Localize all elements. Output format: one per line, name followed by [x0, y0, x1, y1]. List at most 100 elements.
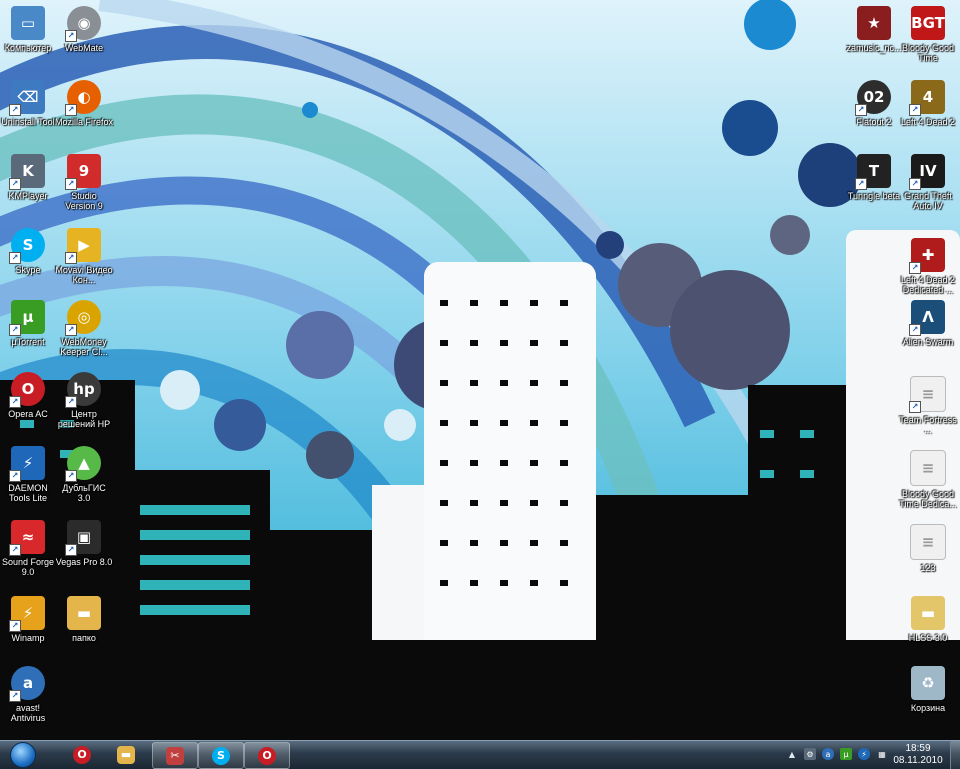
- desktop-icon-team-fortress[interactable]: ≡ ↗ Team Fortress ...: [899, 374, 957, 444]
- tray-utorrent-icon[interactable]: µ: [840, 748, 852, 760]
- document-icon: ≡ ↗: [909, 376, 946, 413]
- desktop-icon-skype[interactable]: S ↗ Skype: [0, 226, 56, 296]
- tray-avast-icon[interactable]: a: [822, 748, 834, 760]
- tray-expand-arrow-icon[interactable]: ▲: [786, 748, 798, 760]
- alien-swarm-icon: Λ ↗: [909, 300, 945, 336]
- desktop-icon-label: Alien Swarm: [902, 337, 954, 347]
- desktop-icon-hlss[interactable]: ▬ HLSS 3.0: [900, 594, 956, 664]
- flatout-icon: 02 ↗: [855, 80, 891, 116]
- desktop-icon-label: Корзина: [910, 703, 946, 713]
- folder-icon: ▬: [67, 596, 101, 630]
- taskbar-button-opera-2[interactable]: O: [244, 742, 290, 769]
- desktop-icon-bloody-good-time[interactable]: BGT Bloody Good Time: [900, 4, 956, 74]
- desktop-icon-left4dead2[interactable]: 4 ↗ Left 4 Dead 2: [900, 78, 956, 148]
- tray-network-icon[interactable]: ▦: [876, 748, 888, 760]
- desktop-icon-label: WebMate: [64, 43, 104, 53]
- desktop-icon-label: Studio Version 9: [65, 191, 103, 211]
- desktop-icon-label: Movavi Видео Кон...: [55, 265, 113, 285]
- windows-logo-icon: [10, 742, 36, 768]
- tray-daemon-icon[interactable]: ⚡: [858, 748, 870, 760]
- desktop-icon-label: avast! Antivirus: [10, 703, 46, 723]
- desktop-icon-recycle-bin[interactable]: ♻ Корзина: [900, 664, 956, 734]
- document-icon: ≡: [910, 450, 946, 486]
- desktop-icon-zamusic[interactable]: ★ zamusic_nc...: [846, 4, 902, 74]
- tray-network-tool-icon[interactable]: ⚙: [804, 748, 816, 760]
- l4d2-dedicated-icon: ✚ ↗: [909, 238, 945, 274]
- taskbar-button-skype[interactable]: S: [198, 742, 244, 769]
- desktop-icon-label: Bloody Good Time: [901, 43, 955, 63]
- start-button[interactable]: [4, 741, 42, 769]
- explorer-folder-icon: ▬: [117, 745, 135, 764]
- desktop: ▭ Компьютер ⌫ ↗ Uninstall Tool K ↗ KMPlaye…: [0, 0, 960, 740]
- desktop-icon-winamp[interactable]: ⚡ ↗ Winamp: [0, 594, 56, 664]
- desktop-icon-label: Компьютер: [4, 43, 52, 53]
- desktop-icon-label: WebMoney Keeper Cl...: [60, 337, 108, 357]
- desktop-icon-label: Uninstall Tool: [1, 117, 55, 127]
- clock-time: 18:59: [905, 743, 931, 754]
- desktop-icon-computer[interactable]: ▭ Компьютер: [0, 4, 56, 74]
- computer-icon: ▭: [11, 6, 45, 40]
- l4d2-icon: 4 ↗: [909, 80, 945, 116]
- desktop-icon-label: Team Fortress ...: [899, 415, 957, 435]
- desktop-icon-label: Центр решений HP: [57, 409, 111, 429]
- desktop-icon-uninstall-tool[interactable]: ⌫ ↗ Uninstall Tool: [0, 78, 56, 148]
- uninstall-icon: ⌫ ↗: [9, 80, 45, 116]
- opera-icon: O ↗: [9, 372, 45, 408]
- document-icon: ≡: [910, 524, 946, 560]
- desktop-icon-label: Winamp: [11, 633, 45, 643]
- opera-icon: O: [73, 745, 91, 764]
- daemon-tools-icon: ⚡ ↗: [9, 446, 45, 482]
- desktop-icon-sound-forge[interactable]: ≈ ↗ Sound Forge 9.0: [0, 518, 56, 588]
- wallpaper-city-skyline: [0, 0, 960, 740]
- hp-icon: hp ↗: [65, 372, 101, 408]
- bgt-icon: BGT: [911, 6, 945, 40]
- desktop-icon-gta4[interactable]: IV ↗ Grand Theft Auto IV: [900, 152, 956, 222]
- skype-icon: S ↗: [9, 228, 45, 264]
- desktop-icon-utorrent[interactable]: µ ↗ µTorrent: [0, 298, 56, 368]
- utorrent-icon: µ ↗: [9, 300, 45, 336]
- desktop-icon-l4d2-dedicated[interactable]: ✚ ↗ Left 4 Dead 2 Dedicated ...: [900, 236, 956, 306]
- taskbar-button-tool[interactable]: ✂: [152, 742, 198, 769]
- desktop-icon-webmate[interactable]: ◉ ↗ WebMate: [56, 4, 112, 74]
- desktop-icon-folder-papko[interactable]: ▬ папко: [56, 594, 112, 664]
- desktop-icon-vegas[interactable]: ▣ ↗ Vegas Pro 8.0: [56, 518, 112, 588]
- taskbar-button-explorer[interactable]: ▬: [104, 742, 148, 767]
- recycle-bin-icon: ♻: [911, 666, 945, 700]
- desktop-icon-label: Sound Forge 9.0: [1, 557, 55, 577]
- desktop-icon-avast[interactable]: a ↗ avast! Antivirus: [0, 664, 56, 734]
- desktop-icon-webmoney[interactable]: ◎ ↗ WebMoney Keeper Cl...: [56, 298, 112, 368]
- webcam-icon: ◉ ↗: [65, 6, 101, 42]
- desktop-icon-bgt-dedicated[interactable]: ≡ Bloody Good Time Dedica...: [899, 448, 957, 518]
- desktop-icon-label: Tunngle beta: [847, 191, 901, 201]
- desktop-icon-flatout2[interactable]: 02 ↗ Flatout 2: [846, 78, 902, 148]
- tunngle-icon: T ↗: [855, 154, 891, 190]
- desktop-icon-firefox[interactable]: ◐ ↗ Mozilla Firefox: [55, 78, 114, 148]
- desktop-icon-studio[interactable]: 9 ↗ Studio Version 9: [56, 152, 112, 222]
- movavi-icon: ▶ ↗: [65, 228, 101, 264]
- desktop-icon-kmplayer[interactable]: K ↗ KMPlayer: [0, 152, 56, 222]
- desktop-icon-tunngle[interactable]: T ↗ Tunngle beta: [846, 152, 902, 222]
- desktop-icon-hp[interactable]: hp ↗ Центр решений HP: [56, 370, 112, 440]
- show-desktop-button[interactable]: [950, 741, 960, 769]
- desktop-icon-123[interactable]: ≡ 123: [900, 522, 956, 592]
- desktop-icon-label: Left 4 Dead 2 Dedicated ...: [900, 275, 956, 295]
- taskbar-button-opera[interactable]: O: [60, 742, 104, 767]
- desktop-icon-label: DAEMON Tools Lite: [8, 483, 48, 503]
- desktop-icon-dublgis[interactable]: ▲ ↗ ДубльГИС 3.0: [56, 444, 112, 514]
- system-clock[interactable]: 18:59 08.11.2010: [892, 743, 944, 767]
- desktop-icon-label: zamusic_nc...: [846, 43, 902, 53]
- desktop-icon-alien-swarm[interactable]: Λ ↗ Alien Swarm: [900, 298, 956, 368]
- desktop-icon-label: KMPlayer: [8, 191, 48, 201]
- desktop-icon-label: папко: [72, 633, 96, 643]
- gta-icon: IV ↗: [909, 154, 945, 190]
- desktop-icon-opera-ac[interactable]: O ↗ Opera AC: [0, 370, 56, 440]
- desktop-icon-movavi[interactable]: ▶ ↗ Movavi Видео Кон...: [55, 226, 113, 296]
- desktop-icon-label: Vegas Pro 8.0: [55, 557, 113, 567]
- desktop-icon-label: Mozilla Firefox: [55, 117, 114, 127]
- desktop-icon-daemon-tools[interactable]: ⚡ ↗ DAEMON Tools Lite: [0, 444, 56, 514]
- desktop-icon-label: HLSS 3.0: [908, 633, 948, 643]
- dublgis-icon: ▲ ↗: [65, 446, 101, 482]
- skype-icon: S: [212, 746, 230, 765]
- vegas-icon: ▣ ↗: [65, 520, 101, 556]
- winamp-icon: ⚡ ↗: [9, 596, 45, 632]
